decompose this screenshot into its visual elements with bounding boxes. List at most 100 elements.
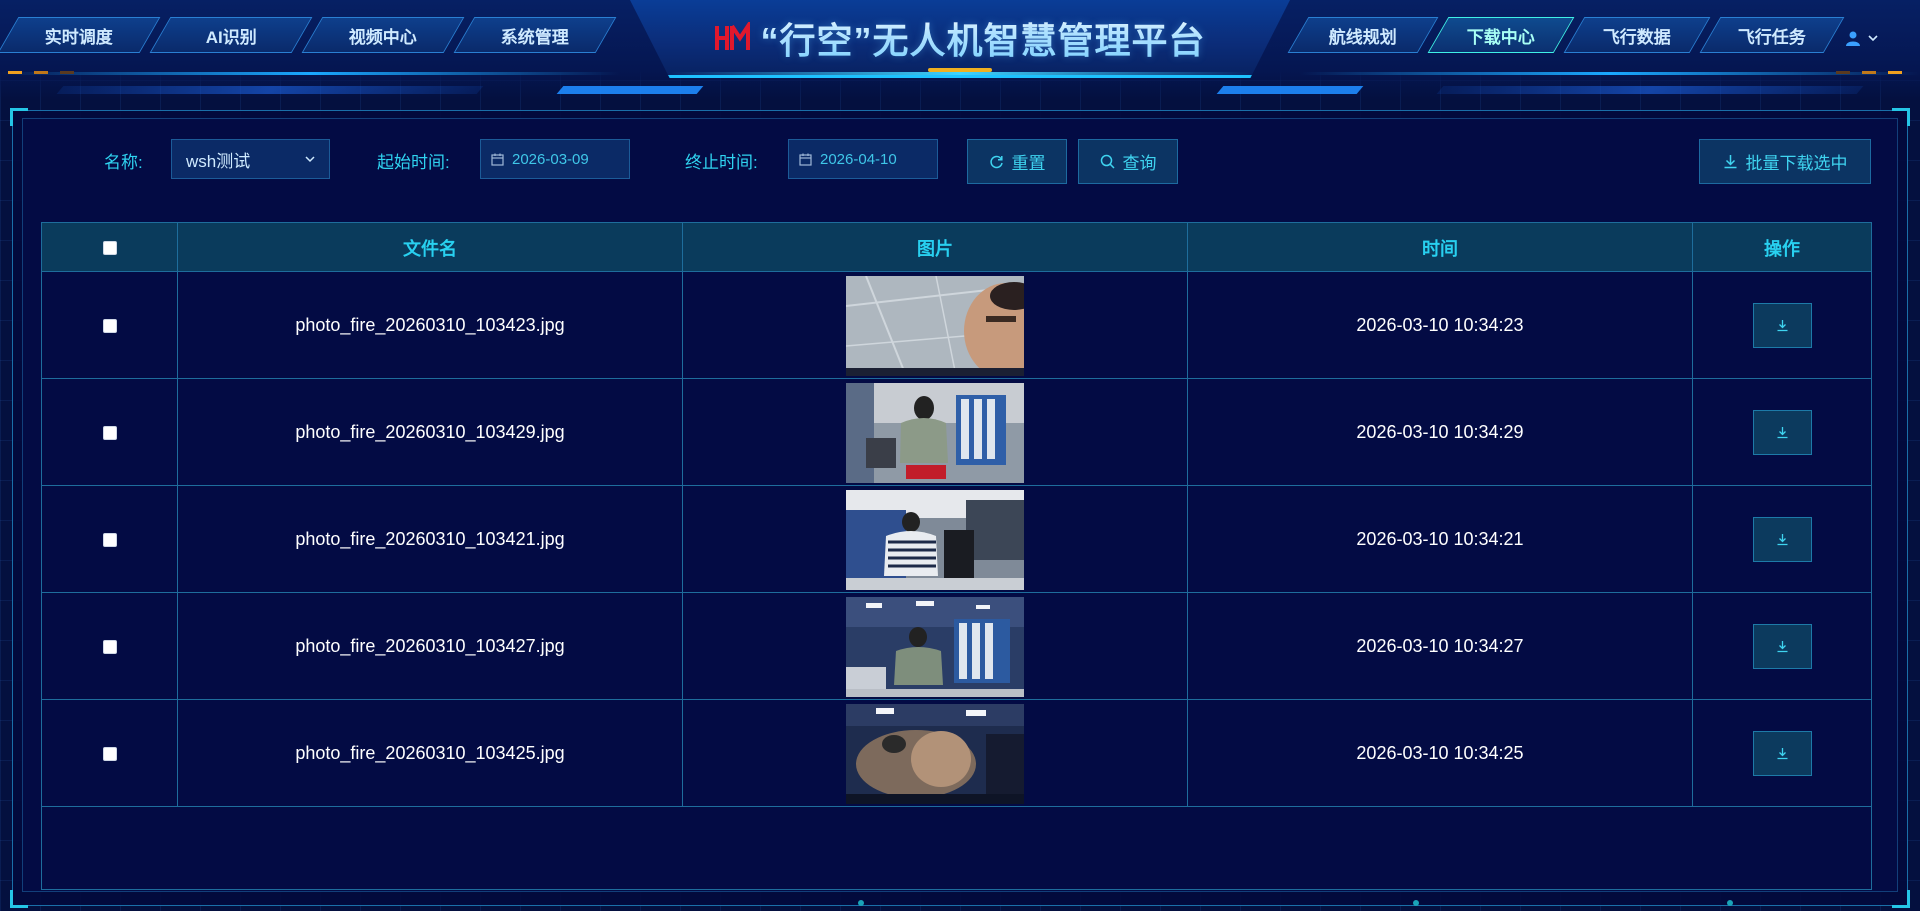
row-actions (1693, 379, 1871, 486)
row-download-button[interactable] (1752, 517, 1812, 562)
download-icon (1777, 534, 1787, 546)
row-checkbox[interactable] (102, 318, 117, 333)
reset-button[interactable]: 重置 (967, 139, 1067, 184)
header-stripe-left (56, 86, 484, 94)
start-date-value: 2026-03-09 (512, 150, 589, 168)
frame-corner (1892, 890, 1910, 908)
photo-thumbnail[interactable] (846, 596, 1024, 697)
header-dash (34, 71, 48, 74)
row-checkbox[interactable] (102, 425, 117, 440)
table-row: photo_fire_20260310_103421.jpg 2026-03-1… (42, 486, 1871, 593)
decor-dot (1727, 900, 1733, 906)
batch-download-label: 批量下载选中 (1745, 154, 1848, 173)
refresh-icon (989, 155, 1003, 169)
row-time: 2026-03-10 10:34:29 (1188, 379, 1693, 486)
header-image: 图片 (683, 223, 1188, 272)
start-time-label: 起始时间: (377, 153, 450, 172)
row-image-cell (683, 700, 1188, 807)
query-button[interactable]: 查询 (1078, 139, 1178, 184)
row-actions (1693, 486, 1871, 593)
nav-flight-data[interactable]: 飞行数据 (1563, 17, 1711, 53)
row-checkbox[interactable] (102, 639, 117, 654)
table-header: 文件名 图片 时间 操作 (42, 223, 1871, 272)
nav-route-planning[interactable]: 航线规划 (1287, 17, 1439, 53)
photo-thumbnail[interactable] (846, 703, 1024, 804)
photo-thumbnail[interactable] (846, 275, 1024, 376)
download-table: 文件名 图片 时间 操作 photo_fire_20260310_103423.… (41, 222, 1872, 890)
header-dash (1836, 71, 1850, 74)
row-filename: photo_fire_20260310_103429.jpg (178, 379, 683, 486)
row-download-button[interactable] (1752, 731, 1812, 776)
user-menu[interactable] (1845, 28, 1895, 48)
row-actions (1693, 272, 1871, 379)
select-all-cell (42, 223, 178, 272)
end-date-input[interactable]: 2026-04-10 (788, 139, 938, 179)
name-select[interactable]: wsh测试 (171, 139, 330, 179)
end-time-label: 终止时间: (685, 153, 758, 172)
nav-label: 视频中心 (349, 27, 417, 47)
row-filename: photo_fire_20260310_103421.jpg (178, 486, 683, 593)
row-download-button[interactable] (1752, 410, 1812, 455)
name-select-value: wsh测试 (186, 151, 251, 171)
photo-thumbnail[interactable] (846, 382, 1024, 483)
row-time: 2026-03-10 10:34:21 (1188, 486, 1693, 593)
row-checkbox[interactable] (102, 532, 117, 547)
download-icon (1724, 155, 1736, 169)
row-image-cell (683, 272, 1188, 379)
header-glow-left (0, 72, 620, 75)
nav-system-management[interactable]: 系统管理 (453, 17, 617, 53)
row-filename: photo_fire_20260310_103425.jpg (178, 700, 683, 807)
nav-label: 飞行任务 (1738, 27, 1806, 47)
row-select-cell (42, 272, 178, 379)
nav-flight-tasks[interactable]: 飞行任务 (1699, 17, 1845, 53)
nav-label: 飞行数据 (1603, 27, 1671, 47)
calendar-icon (799, 153, 812, 166)
start-date-input[interactable]: 2026-03-09 (480, 139, 630, 179)
row-time: 2026-03-10 10:34:23 (1188, 272, 1693, 379)
batch-download-button[interactable]: 批量下载选中 (1699, 139, 1871, 184)
header-dash (1862, 71, 1876, 74)
row-select-cell (42, 379, 178, 486)
page-title: “行空”无人机智慧管理平台 (760, 12, 1205, 64)
nav-download-center[interactable]: 下载中心 (1427, 17, 1575, 53)
select-all-checkbox[interactable] (102, 240, 117, 255)
header-stripe-mid-right (1216, 86, 1364, 94)
row-filename: photo_fire_20260310_103427.jpg (178, 593, 683, 700)
row-image-cell (683, 379, 1188, 486)
table-row: photo_fire_20260310_103425.jpg 2026-03-1… (42, 700, 1871, 807)
row-image-cell (683, 593, 1188, 700)
nav-label: AI识别 (205, 27, 257, 47)
row-time: 2026-03-10 10:34:25 (1188, 700, 1693, 807)
header-time: 时间 (1188, 223, 1693, 272)
table-row: photo_fire_20260310_103429.jpg 2026-03-1… (42, 379, 1871, 486)
decor-dot (1413, 900, 1419, 906)
table-row: photo_fire_20260310_103427.jpg 2026-03-1… (42, 593, 1871, 700)
query-label: 查询 (1122, 154, 1157, 173)
brand-logo-icon (714, 19, 751, 54)
header-glow-right (1300, 72, 1920, 75)
nav-ai-recognition[interactable]: AI识别 (149, 17, 313, 53)
row-checkbox[interactable] (102, 746, 117, 761)
download-icon (1777, 427, 1787, 439)
chevron-down-icon (305, 156, 315, 163)
row-download-button[interactable] (1752, 624, 1812, 669)
header-dash (1888, 71, 1902, 74)
nav-realtime-dispatch[interactable]: 实时调度 (0, 17, 161, 53)
row-actions (1693, 700, 1871, 807)
title-indicator (928, 68, 992, 72)
frame-corner (10, 890, 28, 908)
row-actions (1693, 593, 1871, 700)
download-icon (1777, 641, 1787, 653)
nav-label: 航线规划 (1329, 27, 1397, 47)
photo-thumbnail[interactable] (846, 489, 1024, 590)
header-actions: 操作 (1764, 238, 1800, 259)
row-download-button[interactable] (1752, 303, 1812, 348)
download-icon (1777, 320, 1787, 332)
row-filename: photo_fire_20260310_103423.jpg (178, 272, 683, 379)
row-select-cell (42, 593, 178, 700)
nav-label: 下载中心 (1467, 27, 1535, 47)
calendar-icon (491, 153, 504, 166)
header-dash (8, 71, 22, 74)
nav-video-center[interactable]: 视频中心 (301, 17, 465, 53)
reset-label: 重置 (1011, 154, 1046, 173)
